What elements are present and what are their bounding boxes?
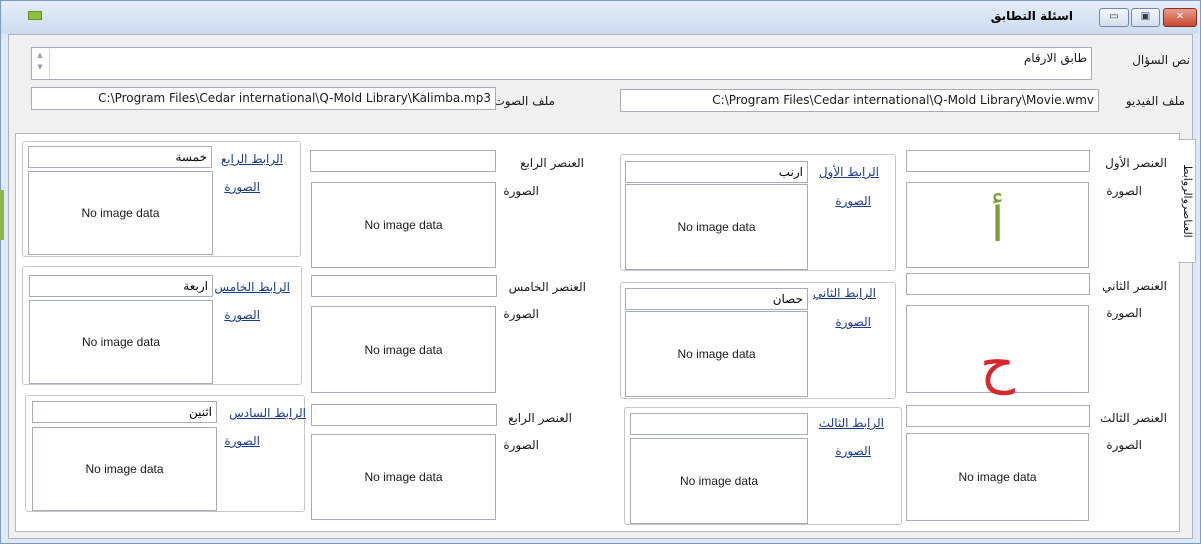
video-label: ملف الفيديو <box>1125 94 1185 108</box>
scroll-up-icon[interactable]: ▲ <box>31 49 49 61</box>
element-4-input[interactable] <box>310 150 496 172</box>
haa-letter-icon: ح <box>980 332 1015 395</box>
element-2-input[interactable] <box>906 273 1090 295</box>
no-image-text: No image data <box>81 335 161 349</box>
element-2-label: العنصر الثاني <box>1102 279 1167 293</box>
link-4-input[interactable] <box>28 146 212 168</box>
tab-elements-links-label: العناصروالروابط <box>1181 164 1194 238</box>
link-1-image-label[interactable]: الصورة <box>835 194 871 208</box>
no-image-text: No image data <box>679 474 759 488</box>
left-edge-accent <box>0 190 4 240</box>
no-image-text: No image data <box>364 218 443 232</box>
link-3-image-label[interactable]: الصورة <box>835 444 871 458</box>
element-6-image-label: الصورة <box>503 438 539 452</box>
no-image-text: No image data <box>81 206 160 220</box>
minimize-button[interactable]: ▭ <box>1099 8 1129 27</box>
link-6-input[interactable] <box>32 401 217 423</box>
alef-letter-icon: أ <box>990 197 1005 253</box>
question-textarea[interactable]: طابق الارقام <box>31 47 1092 80</box>
link-6-label[interactable]: الرابط السادس <box>229 406 306 420</box>
link-3-image[interactable]: No image data <box>630 438 808 524</box>
element-4-image-label: الصورة <box>503 184 539 198</box>
link-5-image[interactable]: No image data <box>29 300 213 384</box>
link-5-input[interactable] <box>29 275 213 297</box>
element-6-label: العنصر الرابع <box>508 411 572 425</box>
element-4-label: العنصر الرابع <box>520 156 584 170</box>
link-5-image-label[interactable]: الصورة <box>224 308 260 322</box>
element-6-image[interactable]: No image data <box>311 434 496 520</box>
element-1-image-label: الصورة <box>1106 184 1142 198</box>
element-2-image[interactable]: ح <box>906 305 1089 393</box>
element-2-image-label: الصورة <box>1106 306 1142 320</box>
no-image-text: No image data <box>364 470 443 484</box>
element-1-image[interactable]: أ <box>906 182 1089 268</box>
question-label: نص السؤال <box>1132 53 1190 67</box>
window-title: اسئلة التطابق <box>990 9 1073 23</box>
close-button[interactable]: ✕ <box>1163 8 1197 27</box>
no-image-text: No image data <box>85 462 164 476</box>
element-5-label: العنصر الخامس <box>508 280 586 294</box>
link-2-image[interactable]: No image data <box>625 311 808 397</box>
link-3-input[interactable] <box>630 413 808 435</box>
link-3-label[interactable]: الرابط الثالث <box>819 416 884 430</box>
element-6-input[interactable] <box>311 404 497 426</box>
sound-label: ملف الصوت <box>493 94 555 108</box>
element-4-image[interactable]: No image data <box>311 182 496 268</box>
link-4-image[interactable]: No image data <box>28 171 213 255</box>
no-image-text: No image data <box>364 342 443 357</box>
element-3-label: العنصر الثالث <box>1100 411 1167 425</box>
link-5-label[interactable]: الرابط الخامس <box>214 280 290 294</box>
link-2-input[interactable] <box>625 288 808 310</box>
element-1-label: العنصر الأول <box>1105 156 1167 170</box>
link-2-label[interactable]: الرابط الثاني <box>813 286 876 300</box>
app-icon <box>28 11 42 20</box>
element-3-input[interactable] <box>906 405 1090 427</box>
element-5-image-label: الصورة <box>503 307 539 321</box>
tab-elements-links[interactable]: العناصروالروابط <box>1178 139 1196 263</box>
link-2-image-label[interactable]: الصورة <box>835 315 871 329</box>
link-6-image[interactable]: No image data <box>32 427 217 511</box>
element-5-input[interactable] <box>311 275 497 297</box>
link-1-image[interactable]: No image data <box>625 184 808 270</box>
element-1-input[interactable] <box>906 150 1090 172</box>
scroll-down-icon[interactable]: ▼ <box>31 61 49 73</box>
link-4-image-label[interactable]: الصورة <box>224 180 260 194</box>
no-image-text: No image data <box>677 347 756 361</box>
sound-path-field[interactable]: C:\Program Files\Cedar international\Q-M… <box>31 87 496 110</box>
element-5-image[interactable]: No image data <box>311 306 496 393</box>
link-4-label[interactable]: الرابط الرابع <box>221 152 283 166</box>
no-image-text: No image data <box>677 220 756 234</box>
no-image-text: No image data <box>958 470 1037 484</box>
element-3-image[interactable]: No image data <box>906 433 1089 521</box>
video-path-field[interactable]: C:\Program Files\Cedar international\Q-M… <box>620 89 1099 112</box>
question-scrollbar[interactable]: ▲ ▼ <box>31 49 50 78</box>
maximize-button[interactable]: ▣ <box>1131 8 1160 27</box>
link-1-input[interactable] <box>625 161 808 183</box>
link-6-image-label[interactable]: الصورة <box>224 434 260 448</box>
element-3-image-label: الصورة <box>1106 438 1142 452</box>
link-1-label[interactable]: الرابط الأول <box>819 165 879 179</box>
